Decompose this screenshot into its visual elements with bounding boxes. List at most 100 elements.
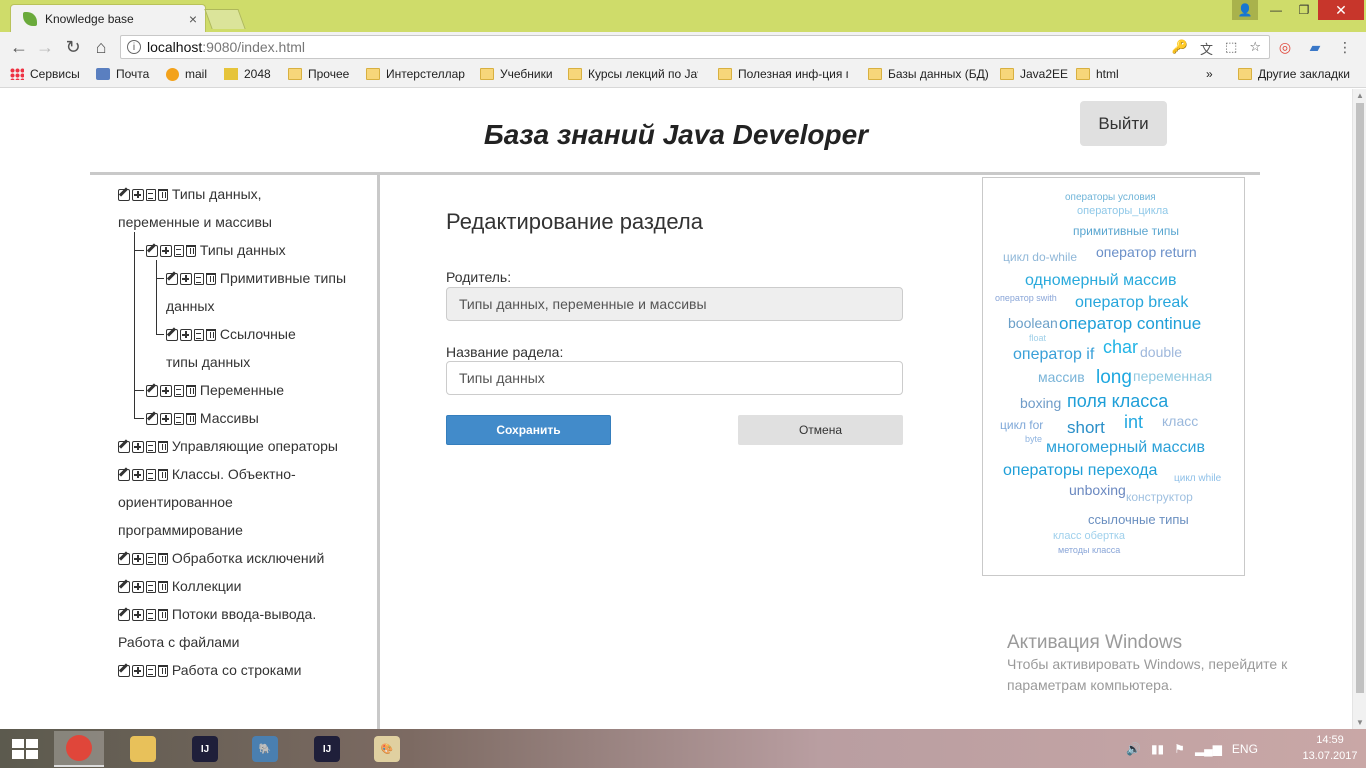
page-scrollbar[interactable]: ▲ ▼: [1352, 89, 1366, 729]
tree-node-continuation[interactable]: переменные и массивы: [118, 208, 272, 236]
tag-cloud-item[interactable]: методы класса: [1058, 545, 1120, 555]
home-icon[interactable]: ⌂: [90, 36, 112, 58]
edit-icon[interactable]: [166, 273, 178, 286]
add-icon[interactable]: [132, 553, 144, 566]
tree-node-label[interactable]: Управляющие операторы: [168, 438, 338, 454]
scroll-up-icon[interactable]: ▲: [1356, 91, 1364, 100]
tag-cloud-item[interactable]: boolean: [1008, 315, 1058, 331]
trash-icon[interactable]: [158, 189, 168, 202]
tree-node[interactable]: Обработка исключений: [118, 544, 324, 572]
tag-cloud-item[interactable]: одномерный массив: [1025, 272, 1176, 290]
trash-icon[interactable]: [158, 581, 168, 594]
taskbar-pgadmin[interactable]: 🐘: [240, 731, 290, 767]
menu-icon[interactable]: ⋮: [1336, 38, 1354, 56]
bookmarks-more-icon[interactable]: »: [1206, 67, 1213, 81]
bookmark-item[interactable]: Сервисы: [10, 67, 80, 81]
tree-node-label[interactable]: Примитивные типы: [216, 270, 346, 286]
tag-cloud-item[interactable]: double: [1140, 344, 1182, 360]
key-icon[interactable]: 🔑: [1172, 39, 1188, 58]
translate-icon[interactable]: 文: [1200, 39, 1213, 58]
tag-cloud-item[interactable]: многомерный массив: [1046, 439, 1205, 457]
trash-icon[interactable]: [206, 329, 216, 342]
tree-node[interactable]: Типы данных,: [118, 180, 262, 208]
save-button[interactable]: Сохранить: [446, 415, 611, 445]
scrollbar-thumb[interactable]: [1356, 103, 1364, 693]
user-icon[interactable]: 👤: [1232, 0, 1258, 20]
add-icon[interactable]: [180, 273, 192, 286]
cast-icon[interactable]: ⬚: [1225, 39, 1237, 58]
taskbar-file-explorer[interactable]: [118, 731, 168, 767]
tree-node-continuation[interactable]: Работа с файлами: [118, 628, 240, 656]
scroll-down-icon[interactable]: ▼: [1356, 718, 1364, 727]
info-icon[interactable]: i: [127, 40, 141, 54]
network-icon[interactable]: ▮▮: [1151, 742, 1164, 756]
close-icon[interactable]: ×: [189, 11, 197, 27]
tree-node[interactable]: Работа со строками: [118, 656, 301, 684]
tag-cloud-item[interactable]: int: [1124, 412, 1143, 433]
logout-button[interactable]: Выйти: [1080, 101, 1167, 146]
trash-icon[interactable]: [186, 413, 196, 426]
tree-node-continuation[interactable]: ориентированное: [118, 488, 233, 516]
edit-icon[interactable]: [118, 553, 130, 566]
other-bookmarks[interactable]: Другие закладки: [1238, 67, 1350, 81]
tree-node[interactable]: Ссылочные: [166, 320, 296, 348]
tree-node[interactable]: Примитивные типы: [166, 264, 346, 292]
tree-node-label[interactable]: Работа со строками: [168, 662, 302, 678]
tag-cloud-item[interactable]: цикл for: [1000, 418, 1043, 432]
taskbar-intellij-idea[interactable]: IJ: [180, 731, 230, 767]
tag-cloud-item[interactable]: операторы перехода: [1003, 462, 1157, 480]
tag-cloud-item[interactable]: long: [1096, 367, 1132, 389]
tag-cloud-item[interactable]: массив: [1038, 369, 1085, 385]
tag-cloud-item[interactable]: ссылочные типы: [1088, 512, 1189, 527]
tree-node-label[interactable]: Переменные: [196, 382, 284, 398]
document-icon[interactable]: [174, 385, 184, 398]
tag-cloud-item[interactable]: конструктор: [1126, 490, 1193, 504]
tag-cloud-item[interactable]: оператор break: [1075, 294, 1188, 312]
edit-icon[interactable]: [118, 441, 130, 454]
extension-icon[interactable]: ▰: [1306, 38, 1324, 56]
tree-node-label[interactable]: Коллекции: [168, 578, 242, 594]
tag-cloud-item[interactable]: цикл while: [1174, 473, 1221, 484]
tag-cloud-item[interactable]: unboxing: [1069, 482, 1126, 498]
back-icon[interactable]: ←: [8, 36, 30, 58]
tag-cloud-item[interactable]: класс: [1162, 413, 1198, 429]
tag-cloud-item[interactable]: цикл do-while: [1003, 250, 1077, 264]
tree-node-label[interactable]: Обработка исключений: [168, 550, 324, 566]
maximize-button[interactable]: ❐: [1290, 0, 1318, 20]
edit-icon[interactable]: [118, 665, 130, 678]
tree-node-label[interactable]: Потоки ввода-вывода.: [168, 606, 316, 622]
bookmark-item[interactable]: html: [1076, 67, 1119, 81]
document-icon[interactable]: [174, 413, 184, 426]
trash-icon[interactable]: [206, 273, 216, 286]
tree-node-label[interactable]: Типы данных: [196, 242, 286, 258]
tag-cloud-item[interactable]: переменная: [1133, 368, 1212, 384]
tag-cloud-item[interactable]: класс обертка: [1053, 530, 1125, 542]
tree-node[interactable]: Потоки ввода-вывода.: [118, 600, 316, 628]
edit-icon[interactable]: [118, 469, 130, 482]
add-icon[interactable]: [132, 469, 144, 482]
document-icon[interactable]: [146, 665, 156, 678]
tree-node-label[interactable]: Типы данных,: [168, 186, 262, 202]
bookmark-item[interactable]: Полезная инф-ция п: [718, 67, 848, 81]
document-icon[interactable]: [146, 189, 156, 202]
taskbar-intellij-idea-2[interactable]: IJ: [302, 731, 352, 767]
document-icon[interactable]: [146, 553, 156, 566]
tag-cloud-item[interactable]: boxing: [1020, 395, 1061, 411]
bookmark-item[interactable]: Интерстеллар: [366, 67, 465, 81]
tag-cloud-item[interactable]: оператор return: [1096, 244, 1197, 260]
tree-node-label[interactable]: Массивы: [196, 410, 259, 426]
edit-icon[interactable]: [146, 385, 158, 398]
edit-icon[interactable]: [118, 189, 130, 202]
language-indicator[interactable]: ENG: [1232, 742, 1258, 756]
document-icon[interactable]: [146, 609, 156, 622]
browser-tab[interactable]: Knowledge base ×: [10, 4, 206, 32]
trash-icon[interactable]: [158, 469, 168, 482]
bookmark-item[interactable]: Прочее: [288, 67, 349, 81]
trash-icon[interactable]: [158, 665, 168, 678]
add-icon[interactable]: [132, 189, 144, 202]
edit-icon[interactable]: [166, 329, 178, 342]
section-name-input[interactable]: Типы данных: [446, 361, 903, 395]
tag-cloud-item[interactable]: float: [1029, 333, 1046, 343]
add-icon[interactable]: [160, 245, 172, 258]
signal-icon[interactable]: ▂▄▆: [1195, 742, 1222, 756]
